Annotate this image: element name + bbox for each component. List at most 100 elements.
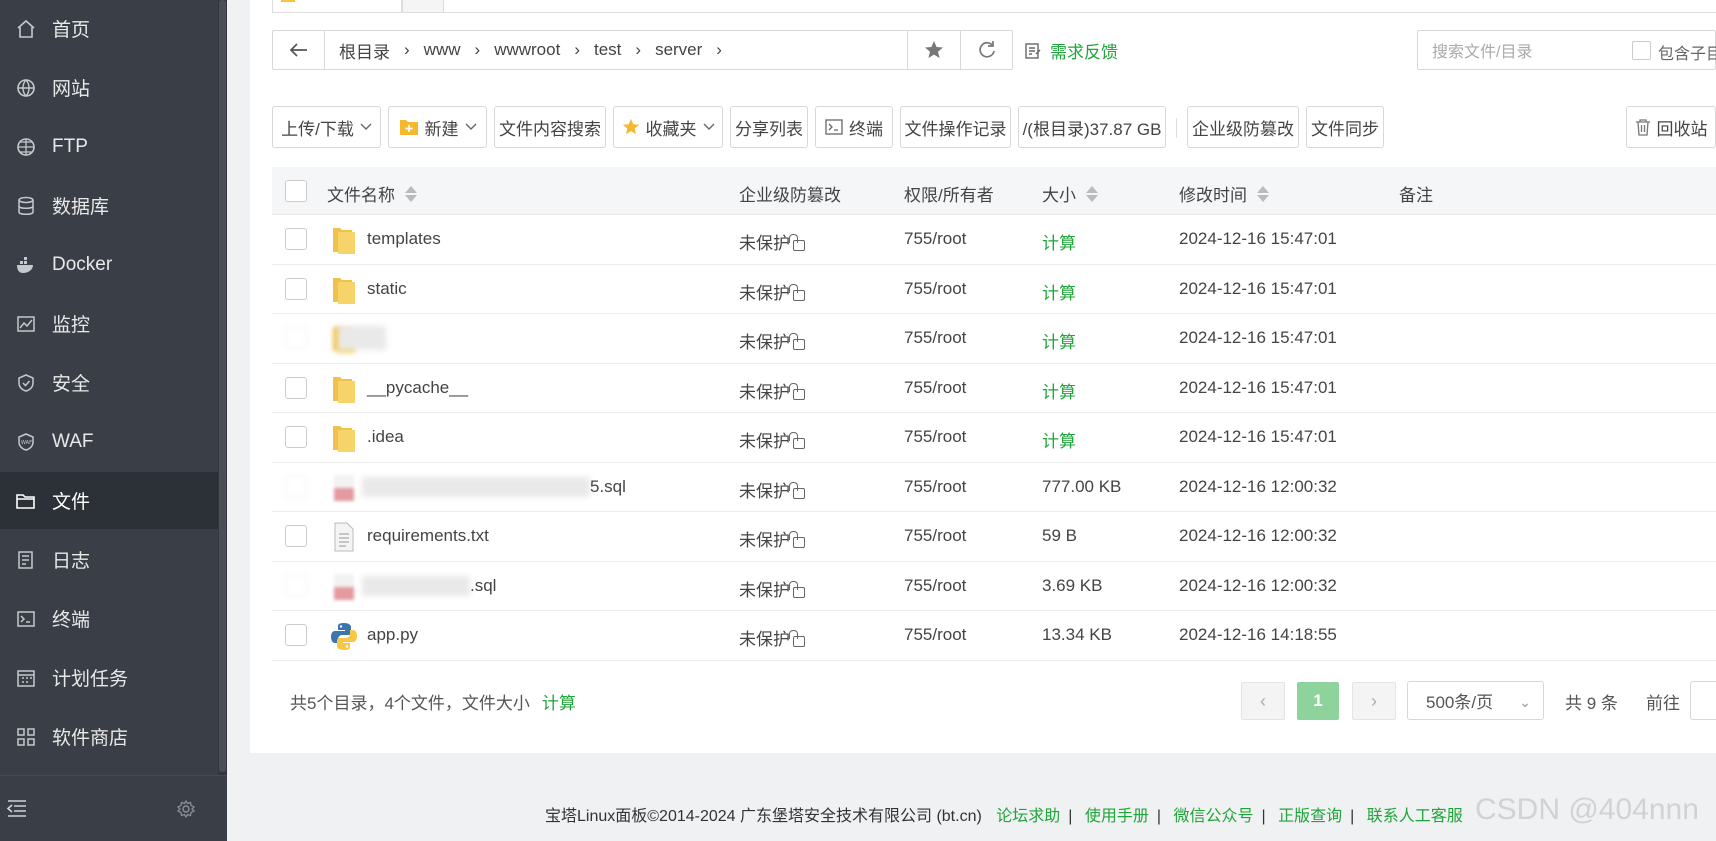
tamper-status[interactable]: 未保护 [739,576,805,601]
include-subdir-checkbox[interactable] [1632,41,1651,60]
permission-owner[interactable]: 755/root [904,378,966,398]
tab-add[interactable] [402,0,444,13]
table-row[interactable]: templates 未保护 755/root 计算 2024-12-16 15:47:0… [272,215,1716,265]
file-name[interactable]: .idea [367,427,404,447]
file-name[interactable]: templates [367,229,441,249]
anti-tamper-button[interactable]: 企业级防篡改 [1187,106,1299,148]
page-size-select[interactable]: 500条/页 ⌄ [1407,681,1544,720]
size-calc-link[interactable]: 计算 [1042,328,1076,353]
file-name[interactable]: app.py [367,625,418,645]
sidebar-item-ftp[interactable]: FTP [0,118,218,175]
size-calc-link[interactable]: 计算 [1042,229,1076,254]
terminal-button[interactable]: 终端 [815,106,893,148]
breadcrumb-server[interactable]: server [649,40,708,60]
sidebar-item-website[interactable]: 网站 [0,59,218,116]
page-number-current[interactable]: 1 [1297,682,1339,720]
file-name[interactable]: .sql [470,576,496,596]
file-sync-button[interactable]: 文件同步 [1306,106,1384,148]
table-row[interactable]: .sql 未保护 755/root 3.69 KB 2024-12-16 12:00:3… [272,562,1716,611]
table-row[interactable]: requirements.txt 未保护 755/root 59 B 2024-12-1… [272,512,1716,562]
table-row[interactable]: app.py 未保护 755/root 13.34 KB 2024-12-16 14:1… [272,611,1716,661]
row-checkbox[interactable] [285,475,307,498]
permission-owner[interactable]: 755/root [904,625,966,645]
select-all-checkbox[interactable] [285,180,307,202]
next-page-button[interactable]: › [1352,682,1396,720]
table-row[interactable]: static 未保护 755/root 计算 2024-12-16 15:47:01 [272,265,1716,314]
column-header-name[interactable]: 文件名称 [327,181,417,206]
gear-icon[interactable] [176,799,196,824]
footer-link-wechat[interactable]: 微信公众号 [1174,808,1254,825]
tamper-status[interactable]: 未保护 [739,625,805,650]
sidebar-item-store[interactable]: 软件商店 [0,708,218,765]
favorite-button[interactable] [907,31,960,69]
sidebar-item-home[interactable]: 首页 [0,0,218,57]
row-checkbox[interactable] [285,525,307,547]
sidebar-scrollbar-thumb[interactable] [219,0,226,772]
back-button[interactable] [273,31,325,69]
sidebar-item-database[interactable]: 数据库 [0,177,218,234]
file-name[interactable]: 5.sql [590,477,626,497]
sidebar-item-cron[interactable]: 计划任务 [0,649,218,706]
content-search-button[interactable]: 文件内容搜索 [494,106,606,148]
permission-owner[interactable]: 755/root [904,427,966,447]
share-list-button[interactable]: 分享列表 [730,106,808,148]
breadcrumb-test[interactable]: test [588,40,627,60]
row-checkbox[interactable] [285,376,307,399]
row-checkbox[interactable] [285,574,307,597]
new-button[interactable]: 新建 [388,106,487,148]
file-name[interactable]: static [367,279,407,299]
table-row[interactable]: 未保护 755/root 计算 2024-12-16 15:47:01 [272,314,1716,364]
tamper-status[interactable]: 未保护 [739,477,805,502]
breadcrumb-www[interactable]: www [418,40,467,60]
file-name[interactable]: __pycache__ [367,378,468,398]
tamper-status[interactable]: 未保护 [739,229,805,254]
size-calc-link[interactable]: 计算 [1042,427,1076,452]
tamper-status[interactable]: 未保护 [739,279,805,304]
row-checkbox[interactable] [285,624,307,646]
sidebar-item-docker[interactable]: Docker [0,236,218,293]
recycle-bin-button[interactable]: 回收站 [1626,106,1716,148]
collapse-menu-icon[interactable] [6,798,28,823]
permission-owner[interactable]: 755/root [904,328,966,348]
sort-icon[interactable] [1257,185,1269,202]
size-calc-link[interactable]: 计算 [1042,378,1076,403]
tamper-status[interactable]: 未保护 [739,427,805,452]
sidebar-item-security[interactable]: 安全 [0,354,218,411]
table-row[interactable]: 5.sql 未保护 755/root 777.00 KB 2024-12-16 12:0… [272,463,1716,512]
permission-owner[interactable]: 755/root [904,576,966,596]
sort-icon[interactable] [405,185,417,202]
tamper-status[interactable]: 未保护 [739,328,805,353]
favorites-button[interactable]: 收藏夹 [613,106,723,148]
footer-link-manual[interactable]: 使用手册 [1085,808,1149,825]
sidebar-item-waf[interactable]: WAF WAF [0,413,218,470]
row-checkbox[interactable] [285,426,307,448]
sidebar-item-monitor[interactable]: 监控 [0,295,218,352]
size-calc-link[interactable]: 计算 [1042,279,1076,304]
row-checkbox[interactable] [285,277,307,300]
footer-link-license[interactable]: 正版查询 [1278,808,1342,825]
permission-owner[interactable]: 755/root [904,279,966,299]
disk-usage-button[interactable]: /(根目录)37.87 GB [1018,106,1166,148]
tab-files[interactable] [272,0,402,13]
summary-calc-link[interactable]: 计算 [542,694,576,713]
goto-page-input[interactable] [1690,681,1716,720]
footer-link-forum[interactable]: 论坛求助 [996,808,1060,825]
row-checkbox[interactable] [285,327,307,349]
column-header-size[interactable]: 大小 [1042,181,1098,206]
permission-owner[interactable]: 755/root [904,477,966,497]
file-name[interactable]: requirements.txt [367,526,489,546]
sidebar-item-logs[interactable]: 日志 [0,531,218,588]
table-row[interactable]: __pycache__ 未保护 755/root 计算 2024-12-16 15:47… [272,364,1716,413]
tamper-status[interactable]: 未保护 [739,526,805,551]
permission-owner[interactable]: 755/root [904,229,966,249]
tamper-status[interactable]: 未保护 [739,378,805,403]
prev-page-button[interactable]: ‹ [1241,682,1285,720]
row-checkbox[interactable] [285,228,307,250]
sort-icon[interactable] [1086,185,1098,202]
sidebar-item-files[interactable]: 文件 [0,472,218,529]
refresh-button[interactable] [960,31,1012,69]
permission-owner[interactable]: 755/root [904,526,966,546]
footer-link-support[interactable]: 联系人工客服 [1367,808,1463,825]
breadcrumb-wwwroot[interactable]: wwwroot [488,40,566,60]
breadcrumb-root[interactable]: 根目录 [333,38,396,63]
